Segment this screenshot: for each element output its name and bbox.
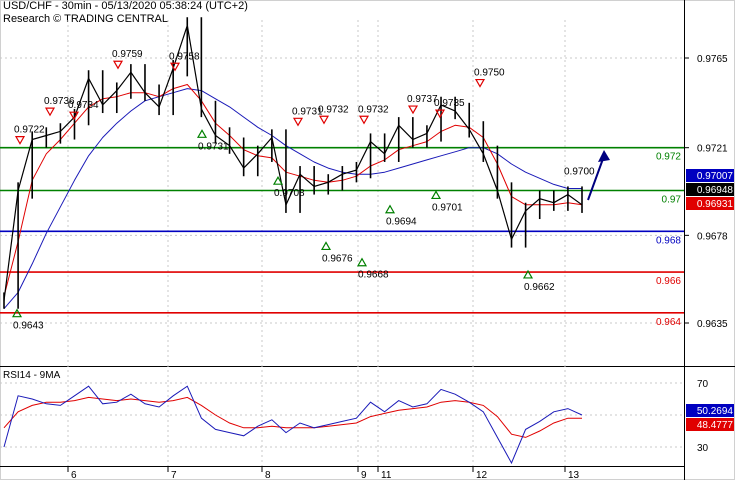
chart-outer-frame <box>0 0 735 480</box>
price-badge-value: 0.97007 <box>697 171 734 182</box>
peak-label: 0.9732 <box>358 104 389 115</box>
peak-label: 0.9734 <box>68 100 99 111</box>
trough-marker <box>320 241 332 251</box>
time-tick-label: 7 <box>171 470 177 480</box>
peak-label: 0.9735 <box>434 98 465 109</box>
level-label: 0.97 <box>662 195 682 206</box>
time-tick-label: 12 <box>476 470 488 480</box>
price-tick-label: 0.9635 <box>697 319 728 330</box>
price-badge-value: 0.96948 <box>697 185 734 196</box>
peak-label: 0.9758 <box>169 51 200 62</box>
trough-label: 0.9694 <box>386 217 417 228</box>
target-label: 0.9700 <box>564 167 595 178</box>
peak-marker <box>44 107 56 117</box>
peak-label: 0.9722 <box>14 125 45 136</box>
trough-marker <box>356 257 368 267</box>
peak-marker <box>318 115 330 125</box>
price-tick-label: 0.9678 <box>697 231 728 242</box>
rsi-panel-label: RSI14 - 9MA <box>3 370 61 381</box>
rsi-tick-label: 30 <box>697 443 709 454</box>
peak-label: 0.9732 <box>318 104 349 115</box>
time-tick-label: 6 <box>71 470 77 480</box>
level-label: 0.972 <box>656 152 681 163</box>
level-label: 0.966 <box>656 276 681 287</box>
arrow-shaft <box>587 155 605 201</box>
trough-label: 0.9676 <box>322 253 353 264</box>
level-label: 0.964 <box>656 317 681 328</box>
trough-marker <box>430 190 442 200</box>
rsi-ma-line <box>3 396 582 438</box>
usdchf-chart: 0.9720.970.9680.9660.964 0.97220.97360.9… <box>0 0 735 480</box>
rsi-tick-label: 70 <box>697 379 709 390</box>
price-tick-label: 0.9765 <box>697 54 728 65</box>
price-badges: 0.97007 0.96948 0.96931 <box>686 169 734 210</box>
peak-label: 0.9750 <box>474 68 505 79</box>
time-tick-label: 8 <box>265 470 271 480</box>
arrow-head <box>598 150 610 162</box>
peak-marker <box>14 136 26 145</box>
price-tick-label: 0.9721 <box>697 144 728 155</box>
level-label: 0.968 <box>656 235 681 246</box>
trough-label: 0.9668 <box>358 270 389 281</box>
price-series <box>3 17 583 309</box>
trough-label: 0.9643 <box>13 321 44 332</box>
trough-label: 0.9731 <box>198 141 229 152</box>
price-badge-value: 0.96931 <box>697 199 734 210</box>
rsi-value: 50.2694 <box>697 406 734 417</box>
rsi-panel: 70 30 50.2694 48.4777 <box>3 379 734 465</box>
peak-label: 0.9759 <box>112 49 143 60</box>
time-tick-label: 13 <box>568 470 580 480</box>
peak-marker <box>112 60 124 70</box>
peak-marker <box>292 117 304 127</box>
peak-marker <box>407 105 419 115</box>
rsi-ma-value: 48.4777 <box>697 420 734 431</box>
peak-marker <box>358 115 370 125</box>
time-tick-label: 9 <box>361 470 367 480</box>
time-axis: 6 7 8 9 11 12 13 <box>67 466 580 480</box>
trough-label: 0.9701 <box>432 202 463 213</box>
trough-marker <box>384 204 396 214</box>
peak-marker <box>474 78 486 88</box>
trough-marker <box>196 129 208 138</box>
trough-label: 0.9662 <box>524 282 555 293</box>
time-tick-label: 11 <box>381 470 392 480</box>
trough-label: 0.9708 <box>274 188 305 199</box>
